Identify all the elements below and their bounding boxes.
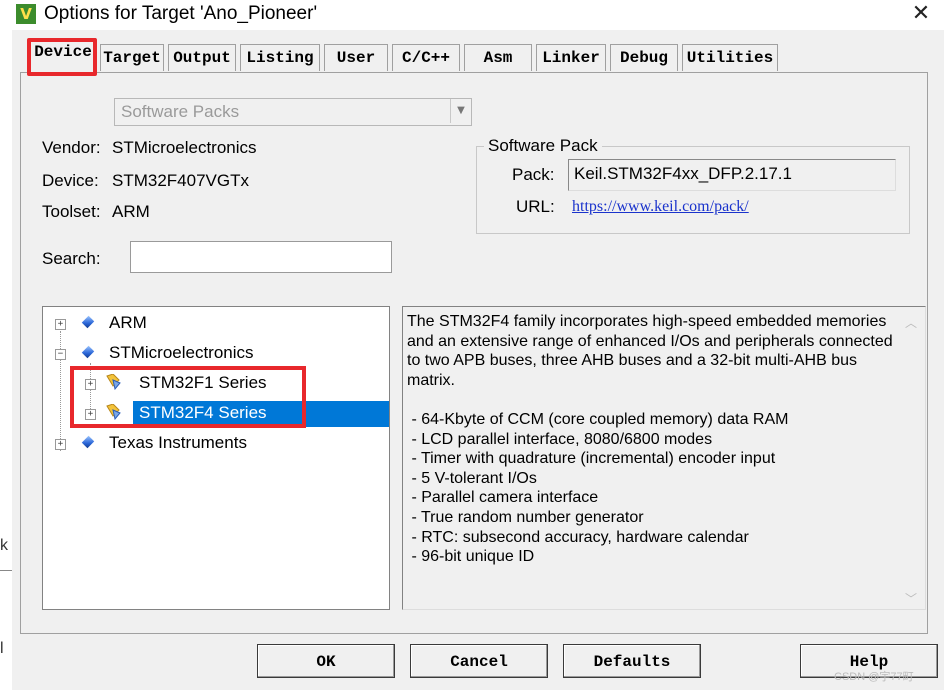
scroll-down-icon[interactable]: ﹀ bbox=[899, 589, 923, 609]
tab-output[interactable]: Output bbox=[168, 44, 236, 71]
vendor-label: Vendor: bbox=[42, 138, 101, 157]
pack-field: Keil.STM32F4xx_DFP.2.17.1 bbox=[568, 159, 896, 191]
tree-item-arm[interactable]: + ARM bbox=[43, 311, 383, 337]
pack-value: Keil.STM32F4xx_DFP.2.17.1 bbox=[574, 164, 792, 183]
tree-item-stmicroelectronics[interactable]: − STMicroelectronics bbox=[43, 341, 383, 367]
device-tree[interactable]: + ARM − STMicroelectronics + STM32F1 Ser… bbox=[42, 306, 390, 610]
expand-icon[interactable]: + bbox=[55, 439, 66, 450]
title-bar: V Options for Target 'Ano_Pioneer' ✕ bbox=[0, 0, 944, 30]
collapse-icon[interactable]: − bbox=[55, 349, 66, 360]
tab-asm[interactable]: Asm bbox=[464, 44, 532, 71]
tab-utilities[interactable]: Utilities bbox=[682, 44, 778, 71]
tree-item-texas-instruments[interactable]: + Texas Instruments bbox=[43, 431, 383, 457]
window-title: Options for Target 'Ano_Pioneer' bbox=[44, 3, 318, 24]
tree-item-label: ARM bbox=[109, 313, 147, 332]
vendor-gem-icon bbox=[81, 345, 95, 359]
device-value: STM32F407VGTx bbox=[112, 171, 249, 190]
search-label: Search: bbox=[42, 249, 101, 268]
url-label: URL: bbox=[516, 197, 555, 216]
toolset-value: ARM bbox=[112, 202, 150, 221]
device-database-select[interactable]: Software Packs ▼ bbox=[114, 98, 472, 126]
search-input[interactable] bbox=[130, 241, 392, 273]
tree-item-label: Texas Instruments bbox=[109, 433, 247, 452]
chevron-down-icon[interactable]: ▼ bbox=[450, 99, 471, 123]
tab-c-cpp[interactable]: C/C++ bbox=[392, 44, 460, 71]
expand-icon[interactable]: + bbox=[55, 319, 66, 330]
background-divider bbox=[0, 570, 12, 571]
description-scrollbar[interactable]: ︿ ﹀ bbox=[899, 307, 923, 607]
device-database-value: Software Packs bbox=[121, 102, 240, 121]
vendor-gem-icon bbox=[81, 315, 95, 329]
background-text: l bbox=[0, 640, 4, 657]
background-text: k bbox=[0, 537, 8, 554]
background-window bbox=[0, 30, 12, 690]
pack-url-link[interactable]: https://www.keil.com/pack/ bbox=[572, 198, 749, 216]
vendor-gem-icon bbox=[81, 435, 95, 449]
tab-listing[interactable]: Listing bbox=[240, 44, 320, 71]
watermark: CSDN @宇77町 bbox=[834, 671, 914, 683]
toolset-label: Toolset: bbox=[42, 202, 101, 221]
description-text: The STM32F4 family incorporates high-spe… bbox=[407, 313, 893, 566]
device-label: Device: bbox=[42, 171, 99, 190]
annotation-box-device-tab bbox=[27, 38, 97, 76]
tab-user[interactable]: User bbox=[324, 44, 388, 71]
tab-target[interactable]: Target bbox=[100, 44, 164, 71]
pack-label: Pack: bbox=[512, 165, 555, 184]
keil-app-icon: V bbox=[16, 4, 36, 24]
device-description: The STM32F4 family incorporates high-spe… bbox=[402, 306, 926, 610]
tab-debug[interactable]: Debug bbox=[610, 44, 678, 71]
vendor-value: STMicroelectronics bbox=[112, 138, 257, 157]
tree-item-label: STMicroelectronics bbox=[109, 343, 254, 362]
close-icon[interactable]: ✕ bbox=[908, 2, 934, 26]
annotation-box-series bbox=[70, 366, 306, 428]
cancel-button[interactable]: Cancel bbox=[410, 644, 548, 678]
defaults-button[interactable]: Defaults bbox=[563, 644, 701, 678]
software-pack-group-title: Software Pack bbox=[484, 136, 602, 156]
scroll-up-icon[interactable]: ︿ bbox=[899, 313, 923, 333]
ok-button[interactable]: OK bbox=[257, 644, 395, 678]
tab-linker[interactable]: Linker bbox=[536, 44, 606, 71]
